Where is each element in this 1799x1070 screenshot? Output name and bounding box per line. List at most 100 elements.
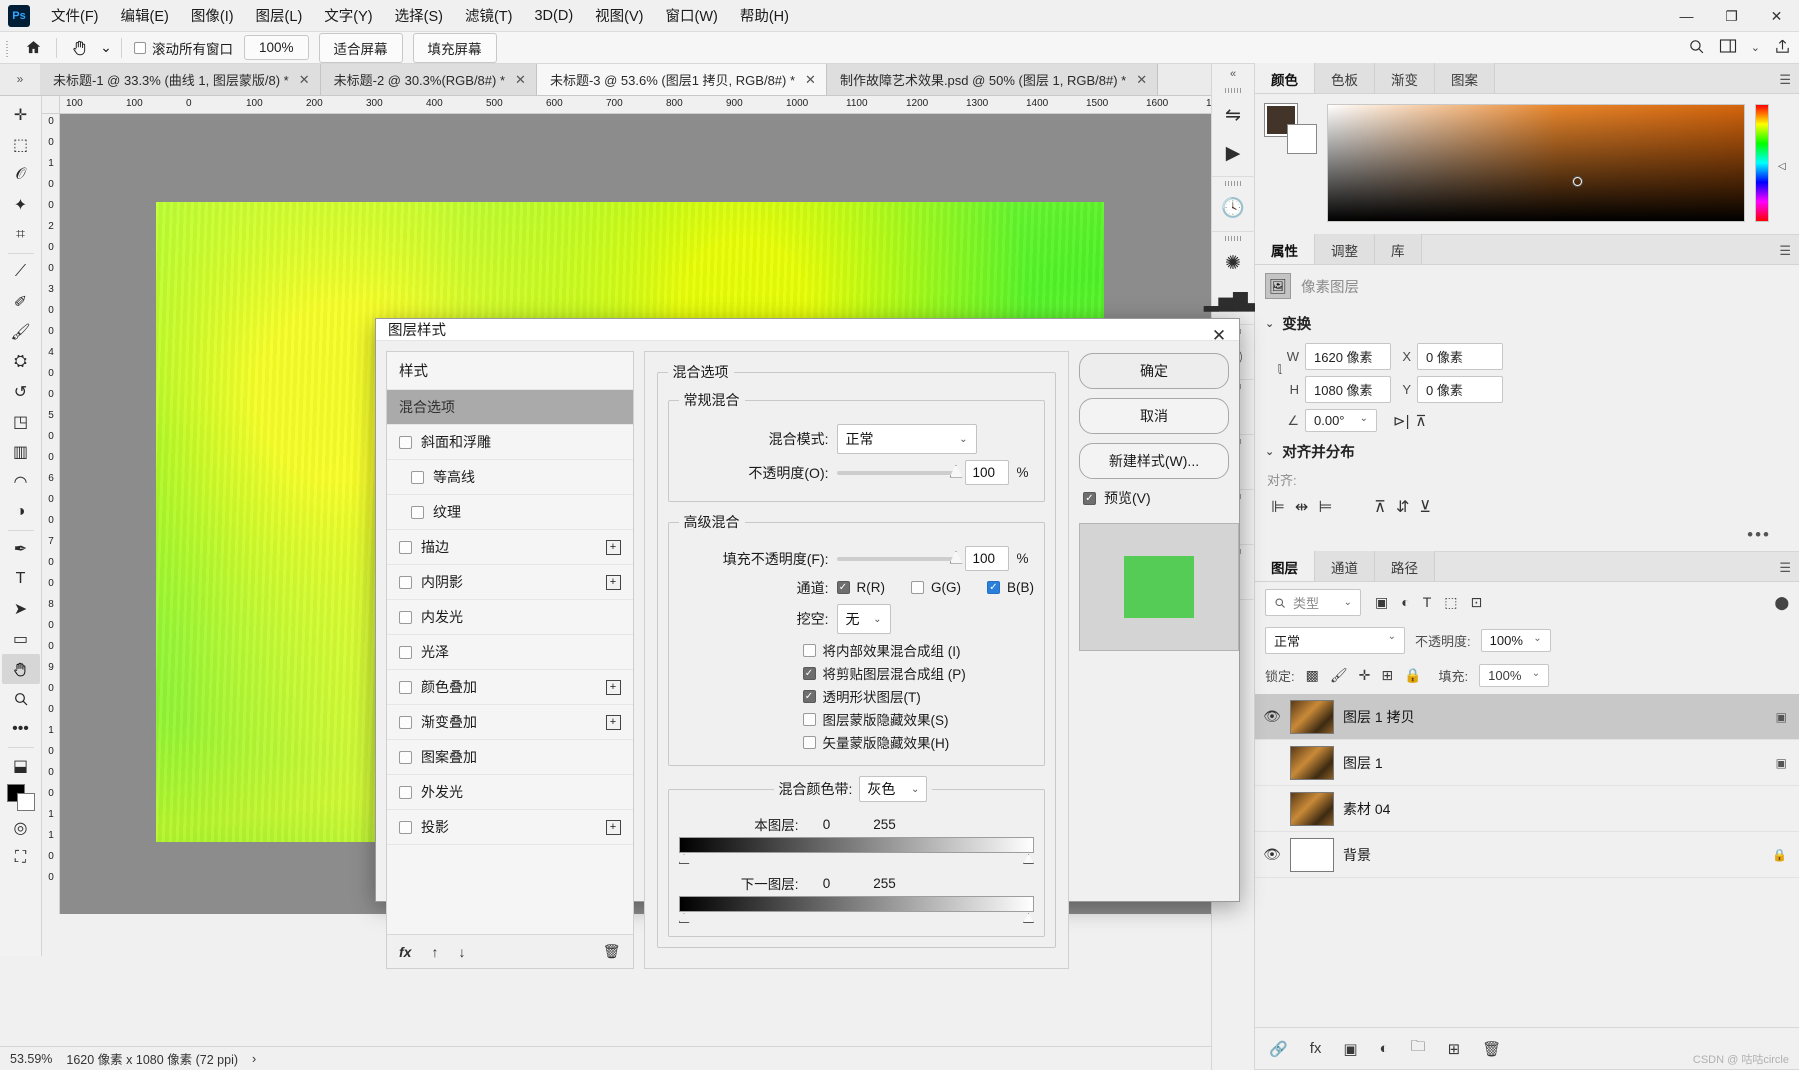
smart-object-icon[interactable]: ⊡ [1471, 594, 1483, 611]
artboard-lock-icon[interactable]: ⊞ [1381, 667, 1393, 684]
tab-layers-1[interactable]: 通道 [1315, 551, 1375, 581]
styles-header[interactable]: 样式 [387, 352, 633, 390]
next-layer-white-stop[interactable] [1023, 913, 1034, 923]
width-field[interactable]: 1620 像素 [1305, 343, 1391, 370]
align-left-icon[interactable]: ⊫ [1271, 497, 1285, 517]
menu-item-5[interactable]: 选择(S) [384, 0, 454, 31]
more-tools-icon[interactable]: ••• [2, 714, 40, 744]
layer-thumbnail[interactable] [1290, 745, 1334, 780]
next-layer-max[interactable]: 255 [855, 876, 915, 891]
preview-checkbox[interactable]: ✓ 预览(V) [1079, 488, 1229, 508]
shape-icon[interactable]: ⬚ [1444, 594, 1457, 611]
this-layer-max[interactable]: 255 [855, 817, 915, 832]
history-brush-tool[interactable]: ↺ [2, 377, 40, 407]
style-enable-checkbox[interactable] [399, 610, 412, 624]
layer-name[interactable]: 背景 [1343, 845, 1763, 865]
tab-color-1[interactable]: 色板 [1315, 63, 1375, 93]
dock-collapse-icon[interactable]: « [1211, 64, 1255, 84]
x-field[interactable]: 0 像素 [1417, 343, 1503, 370]
move-lock-icon[interactable]: ✛ [1359, 667, 1371, 684]
style-item-10[interactable]: 图案叠加 [387, 740, 633, 775]
tab-collapse-icon[interactable]: » [0, 63, 40, 95]
path-select-tool[interactable]: ➤ [2, 594, 40, 624]
hand-tool-icon[interactable] [63, 34, 97, 62]
close-icon[interactable]: ✕ [1205, 323, 1233, 349]
eraser-tool[interactable]: ◳ [2, 407, 40, 437]
add-effect-icon[interactable]: + [605, 679, 621, 695]
style-item-11[interactable]: 外发光 [387, 775, 633, 810]
align-right-icon[interactable]: ⊨ [1318, 497, 1332, 517]
scroll-all-windows-checkbox[interactable]: 滚动所有窗口 [134, 38, 233, 58]
chevron-down-icon[interactable]: ⌄ [1265, 317, 1274, 330]
zoom-100-button[interactable]: 100% [244, 35, 309, 60]
advanced-blend-checkbox-3[interactable]: 图层蒙版隐藏效果(S) [802, 709, 1035, 729]
add-effect-icon[interactable]: + [605, 539, 621, 555]
color-field[interactable] [1327, 104, 1745, 222]
angle-field[interactable]: 0.00° ⌄ [1305, 409, 1377, 432]
channel-checkbox-2[interactable]: ✓ B(B) [987, 580, 1034, 595]
mask-icon[interactable]: ▣ [1343, 1040, 1357, 1058]
menu-item-10[interactable]: 帮助(H) [729, 0, 800, 31]
style-item-9[interactable]: 渐变叠加 + [387, 705, 633, 740]
style-enable-checkbox[interactable] [399, 750, 412, 764]
quick-select-tool[interactable]: ✦ [2, 190, 40, 220]
layer-name[interactable]: 图层 1 拷贝 [1343, 707, 1767, 727]
knockout-select[interactable]: 无 ⌄ [836, 604, 891, 634]
workspace-icon[interactable] [1719, 38, 1737, 57]
layer-blend-mode-select[interactable]: 正常 ⌄ [1265, 627, 1405, 654]
tab-color-0[interactable]: 颜色 [1255, 63, 1315, 93]
fill-opacity-slider[interactable] [836, 550, 963, 564]
menu-item-4[interactable]: 文字(Y) [313, 0, 383, 31]
layer-thumbnail[interactable] [1290, 791, 1334, 826]
all-lock-icon[interactable]: 🔒 [1404, 667, 1421, 684]
new-style-button[interactable]: 新建样式(W)... [1079, 443, 1229, 479]
layer-name[interactable]: 图层 1 [1343, 753, 1767, 773]
adjustment-icon[interactable]: ◐ [1380, 1040, 1389, 1057]
adjustment-icon[interactable]: ◐ [1401, 594, 1409, 611]
style-enable-checkbox[interactable] [399, 785, 412, 799]
style-enable-checkbox[interactable] [399, 435, 412, 449]
fx-icon[interactable]: fx [1310, 1040, 1322, 1057]
layer-thumbnail[interactable] [1290, 837, 1334, 872]
move-tool[interactable]: ✛ [2, 100, 40, 130]
style-enable-checkbox[interactable] [411, 505, 424, 519]
layer-row[interactable]: 👁 图层 1 拷贝 ▣ [1255, 694, 1799, 740]
tab-properties-1[interactable]: 调整 [1315, 234, 1375, 264]
minimize-button[interactable]: — [1664, 0, 1709, 32]
zoom-tool[interactable] [2, 684, 40, 714]
transform-section-header[interactable]: ⌄ 变换 [1255, 307, 1799, 340]
search-icon[interactable] [1688, 38, 1705, 58]
pen-tool[interactable]: ✒ [2, 534, 40, 564]
style-enable-checkbox[interactable] [399, 540, 412, 554]
this-layer-white-stop[interactable] [1023, 854, 1034, 864]
chevron-down-icon[interactable]: ⌄ [1532, 668, 1540, 683]
chevron-down-icon[interactable]: ⌄ [1388, 631, 1396, 650]
menu-item-6[interactable]: 滤镜(T) [454, 0, 524, 31]
home-icon[interactable] [16, 34, 50, 62]
this-layer-black-stop[interactable] [678, 854, 690, 864]
document-tab-3[interactable]: 制作故障艺术效果.psd @ 50% (图层 1, RGB/8#) * ✕ [826, 64, 1159, 95]
panel-menu-icon[interactable]: ☰ [1779, 560, 1791, 576]
layer-row[interactable]: 👁 背景 🔒 [1255, 832, 1799, 878]
style-item-4[interactable]: 描边 + [387, 530, 633, 565]
tool-preset-chevron-icon[interactable]: ⌄ [97, 34, 115, 62]
move-down-icon[interactable]: ↓ [458, 944, 465, 960]
fill-opacity-field[interactable]: 100 [964, 546, 1009, 571]
next-layer-black-stop[interactable] [678, 913, 690, 923]
height-field[interactable]: 1080 像素 [1305, 376, 1391, 403]
image-icon[interactable]: ▣ [1375, 594, 1388, 611]
play-icon[interactable]: ▶ [1213, 134, 1253, 172]
add-effect-icon[interactable]: + [605, 714, 621, 730]
tab-layers-2[interactable]: 路径 [1375, 551, 1435, 581]
share-icon[interactable] [1774, 38, 1791, 58]
layer-visibility-icon[interactable]: 👁 [1263, 846, 1281, 863]
tab-properties-0[interactable]: 属性 [1255, 234, 1315, 264]
add-effect-icon[interactable]: + [605, 819, 621, 835]
panel-menu-icon[interactable]: ☰ [1779, 243, 1791, 259]
hue-strip[interactable] [1755, 104, 1769, 222]
quick-mask-icon[interactable]: ◎ [2, 813, 40, 843]
style-item-0[interactable]: 混合选项 [387, 390, 633, 425]
style-enable-checkbox[interactable] [411, 470, 424, 484]
menu-item-2[interactable]: 图像(I) [180, 0, 245, 31]
alpha-strip[interactable]: ◁ [1778, 104, 1789, 222]
